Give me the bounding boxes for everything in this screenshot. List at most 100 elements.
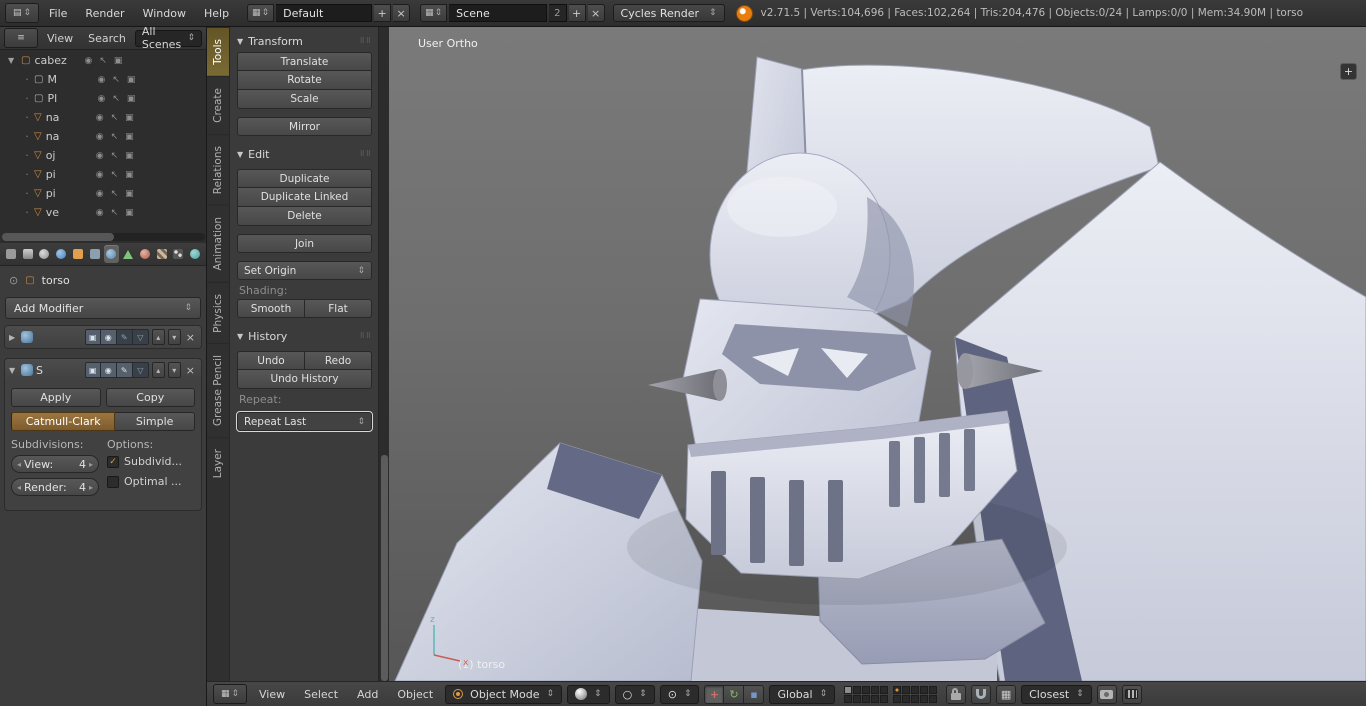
redo-button[interactable]: Redo: [305, 351, 372, 370]
tab-relations[interactable]: Relations: [207, 133, 229, 205]
translate-manipulator-toggle[interactable]: +: [704, 684, 725, 704]
tab-layer[interactable]: Layer: [207, 437, 229, 490]
selectable-cursor-icon[interactable]: ↖: [111, 208, 119, 218]
layer-cell[interactable]: [893, 694, 902, 703]
lock-to-scene-toggle[interactable]: [946, 684, 967, 704]
render-camera-icon[interactable]: ▣: [125, 132, 134, 142]
selectable-cursor-icon[interactable]: ↖: [111, 132, 119, 142]
add-screen-layout-button[interactable]: +: [374, 4, 392, 22]
modifier-render-toggle[interactable]: ▣: [84, 362, 101, 378]
outliner-item-label[interactable]: na: [46, 111, 92, 124]
history-panel-header[interactable]: ▼ History ⠿⠿: [237, 327, 372, 345]
repeat-last-button[interactable]: Repeat Last ⇕: [236, 411, 373, 432]
undo-button[interactable]: Undo: [237, 351, 305, 370]
selectable-cursor-icon[interactable]: ↖: [112, 75, 120, 85]
tool-shelf-scrollbar[interactable]: [378, 27, 389, 681]
outliner-item-label[interactable]: M: [47, 73, 93, 86]
outliner-row[interactable]: · ▽ oj ◉ ↖ ▣: [0, 146, 206, 165]
editor-type-button[interactable]: ▦ ⇕: [213, 684, 247, 704]
outliner-horizontal-scrollbar[interactable]: [2, 233, 205, 241]
hide-eye-icon[interactable]: ◉: [96, 189, 104, 199]
tool-shelf[interactable]: ▼ Transform ⠿⠿ Translate Rotate Scale Mi…: [230, 27, 378, 681]
view-subdivisions-field[interactable]: ◂ View: 4 ▸: [11, 455, 99, 473]
scale-manipulator-toggle[interactable]: ▪: [744, 684, 765, 704]
transform-panel-header[interactable]: ▼ Transform ⠿⠿: [237, 32, 372, 50]
outliner-row[interactable]: · ▽ pi ◉ ↖ ▣: [0, 184, 206, 203]
simple-toggle[interactable]: Simple: [115, 412, 195, 431]
render-subdivisions-field[interactable]: ◂ Render: 4 ▸: [11, 478, 99, 496]
render-camera-icon[interactable]: ▣: [114, 56, 123, 66]
selectable-cursor-icon[interactable]: ↖: [111, 151, 119, 161]
opengl-render-anim-button[interactable]: [1121, 684, 1142, 704]
tab-texture[interactable]: [154, 245, 170, 263]
render-camera-icon[interactable]: ▣: [125, 189, 134, 199]
scrollbar-thumb[interactable]: [381, 455, 388, 681]
layer-cell[interactable]: [929, 694, 938, 703]
tab-create[interactable]: Create: [207, 75, 229, 134]
add-menu[interactable]: Add: [350, 688, 385, 701]
layer-cell[interactable]: [920, 685, 929, 694]
undo-history-button[interactable]: Undo History: [237, 370, 372, 389]
increment-arrow-icon[interactable]: ▸: [89, 460, 93, 469]
layer-cell[interactable]: [929, 685, 938, 694]
tab-particles[interactable]: [171, 245, 187, 263]
optimal-display-checkbox[interactable]: Optimal ...: [107, 475, 195, 488]
transform-orientation-select[interactable]: Global ⇕: [769, 684, 836, 704]
hide-eye-icon[interactable]: ◉: [97, 94, 105, 104]
hide-eye-icon[interactable]: ◉: [97, 75, 105, 85]
screen-layout-name-field[interactable]: Default: [276, 4, 373, 22]
snap-element-button[interactable]: ▦: [996, 684, 1017, 704]
set-origin-select[interactable]: Set Origin ⇕: [237, 261, 372, 280]
window-menu[interactable]: Window: [135, 7, 194, 20]
snap-toggle[interactable]: [971, 684, 992, 704]
select-menu[interactable]: Select: [297, 688, 345, 701]
opengl-render-button[interactable]: [1096, 684, 1117, 704]
checkbox-unchecked-icon[interactable]: [107, 475, 119, 488]
search-menu[interactable]: Search: [82, 32, 132, 45]
outliner-item-label[interactable]: pi: [46, 168, 92, 181]
pin-icon[interactable]: ⊙: [9, 274, 18, 287]
apply-button[interactable]: Apply: [11, 388, 101, 407]
layer-cell[interactable]: [893, 685, 902, 694]
rotate-button[interactable]: Rotate: [237, 71, 372, 90]
mode-select[interactable]: Object Mode ⇕: [445, 684, 563, 704]
layer-cell[interactable]: [844, 685, 853, 694]
file-menu[interactable]: File: [41, 7, 75, 20]
modifier-editmode-toggle[interactable]: ✎: [116, 362, 133, 378]
screen-layout-browse-button[interactable]: ▦ ⇕: [247, 4, 275, 22]
delete-scene-button[interactable]: ×: [587, 4, 605, 22]
panel-grip-icon[interactable]: ⠿⠿: [360, 37, 372, 45]
layer-cell[interactable]: [911, 685, 920, 694]
panel-grip-icon[interactable]: ⠿⠿: [360, 150, 372, 158]
selectable-cursor-icon[interactable]: ↖: [111, 113, 119, 123]
layer-cell[interactable]: [880, 685, 889, 694]
tab-object[interactable]: [70, 245, 86, 263]
snap-target-select[interactable]: Closest ⇕: [1021, 684, 1092, 704]
expand-icon[interactable]: ▶: [9, 333, 18, 342]
edit-panel-header[interactable]: ▼ Edit ⠿⠿: [237, 145, 372, 163]
add-modifier-button[interactable]: Add Modifier ⇕: [5, 297, 201, 319]
modifier-move-up-button[interactable]: ▴: [151, 329, 165, 345]
decrement-arrow-icon[interactable]: ◂: [17, 460, 21, 469]
outliner-item-label[interactable]: oj: [46, 149, 92, 162]
selectable-cursor-icon[interactable]: ↖: [112, 94, 120, 104]
modifier-viewport-toggle[interactable]: ◉: [100, 362, 117, 378]
tab-render[interactable]: [3, 245, 19, 263]
outliner-row[interactable]: · ▽ na ◉ ↖ ▣: [0, 127, 206, 146]
selectable-cursor-icon[interactable]: ↖: [111, 170, 119, 180]
pivot-point-select[interactable]: ⊙ ⇕: [659, 684, 700, 704]
render-camera-icon[interactable]: ▣: [125, 113, 134, 123]
layer-cell[interactable]: [920, 694, 929, 703]
duplicate-button[interactable]: Duplicate: [237, 169, 372, 188]
editor-type-button[interactable]: ▤ ⇕: [5, 3, 39, 23]
modifier-delete-button[interactable]: ×: [186, 331, 195, 344]
hide-eye-icon[interactable]: ◉: [84, 56, 92, 66]
rotate-manipulator-toggle[interactable]: ↻: [724, 684, 745, 704]
flat-button[interactable]: Flat: [305, 299, 372, 318]
translate-button[interactable]: Translate: [237, 52, 372, 71]
tab-physics[interactable]: Physics: [207, 281, 229, 344]
scene-name-field[interactable]: Scene: [449, 4, 548, 22]
layer-cell[interactable]: [862, 694, 871, 703]
smooth-button[interactable]: Smooth: [237, 299, 305, 318]
layer-cell[interactable]: [853, 685, 862, 694]
